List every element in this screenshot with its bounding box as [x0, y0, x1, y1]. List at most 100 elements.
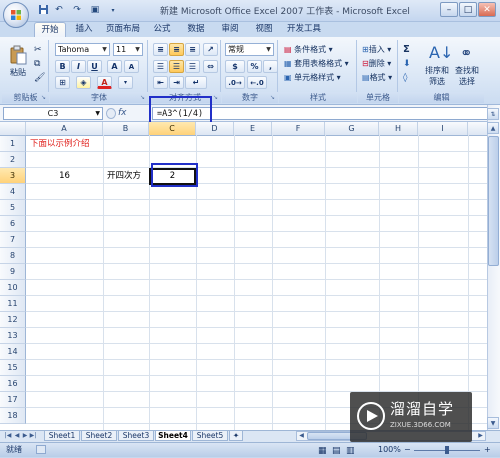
- insert-sheet-icon[interactable]: ✦: [229, 431, 243, 441]
- font-size-combo[interactable]: 11 ▼: [113, 43, 143, 56]
- delete-cells-button[interactable]: ⊟删除 ▾: [361, 57, 397, 70]
- column-header-selected[interactable]: C: [149, 122, 196, 135]
- row-header[interactable]: 1: [0, 136, 26, 152]
- wrap-text-icon[interactable]: ↵: [185, 76, 207, 89]
- align-middle-icon[interactable]: ≡: [169, 43, 184, 56]
- decrease-indent-icon[interactable]: ⇤: [153, 76, 168, 89]
- zoom-level[interactable]: 100%: [378, 443, 401, 457]
- row-header[interactable]: 5: [0, 200, 26, 216]
- worksheet-grid[interactable]: A B C D E F G H I 1 2 3 4 5 6 7 8 9 10 1…: [0, 122, 487, 430]
- row-header[interactable]: 9: [0, 264, 26, 280]
- borders-icon[interactable]: ⊞: [55, 76, 70, 89]
- merge-center-icon[interactable]: ⇔: [203, 60, 218, 73]
- cell-a1[interactable]: 下面以示例介绍: [30, 136, 90, 152]
- sheet-tab[interactable]: Sheet2: [81, 431, 117, 441]
- orientation-icon[interactable]: ↗: [203, 43, 218, 56]
- scroll-left-icon[interactable]: ◀: [297, 432, 306, 440]
- column-header[interactable]: E: [234, 122, 272, 135]
- find-select-button[interactable]: ⚭ 查找和 选择: [452, 42, 480, 88]
- scroll-right-icon[interactable]: ▶: [476, 432, 485, 440]
- format-cells-button[interactable]: ▤格式 ▾: [361, 71, 397, 84]
- customize-qat-icon[interactable]: ▾: [106, 4, 120, 17]
- align-left-icon[interactable]: ☰: [153, 60, 168, 73]
- comma-button[interactable]: ,: [263, 60, 278, 73]
- tab-page-layout[interactable]: 页面布局: [103, 22, 143, 37]
- tab-data[interactable]: 数据: [182, 22, 210, 37]
- clear-icon[interactable]: ◊: [402, 71, 420, 84]
- first-sheet-icon[interactable]: |◀: [4, 431, 12, 441]
- paste-button[interactable]: 粘贴: [6, 42, 28, 82]
- office-button[interactable]: [3, 2, 29, 28]
- tab-formulas[interactable]: 公式: [148, 22, 176, 37]
- cell-styles-button[interactable]: ▣ 单元格样式 ▾: [283, 71, 355, 84]
- tab-review[interactable]: 审阅: [216, 22, 244, 37]
- zoom-in-button[interactable]: +: [484, 443, 491, 457]
- increase-decimal-icon[interactable]: .0→: [225, 76, 245, 89]
- align-bottom-icon[interactable]: ≡: [185, 43, 200, 56]
- fill-icon[interactable]: ⬇: [402, 57, 420, 70]
- phonetic-icon[interactable]: ▾: [118, 76, 133, 89]
- format-painter-icon[interactable]: 🖌: [33, 71, 45, 83]
- column-header-partial[interactable]: [468, 122, 487, 135]
- page-break-view-icon[interactable]: ▥: [346, 444, 355, 458]
- sheet-tab[interactable]: Sheet3: [118, 431, 154, 441]
- row-header[interactable]: 7: [0, 232, 26, 248]
- sort-filter-button[interactable]: A↓ 排序和 筛选: [422, 42, 453, 88]
- italic-button[interactable]: I: [71, 60, 86, 73]
- cut-icon[interactable]: ✂: [33, 43, 45, 55]
- zoom-slider-thumb[interactable]: [445, 446, 449, 454]
- row-header[interactable]: 12: [0, 312, 26, 328]
- sheet-tab-active[interactable]: Sheet4: [155, 431, 191, 441]
- clipboard-launcher-icon[interactable]: ↘: [40, 94, 47, 101]
- font-launcher-icon[interactable]: ↘: [139, 94, 146, 101]
- cell-a3[interactable]: 16: [26, 168, 103, 184]
- last-sheet-icon[interactable]: ▶|: [29, 431, 37, 441]
- close-button[interactable]: ✕: [478, 2, 496, 17]
- ribbon-collapse-icon[interactable]: ⇅: [487, 108, 499, 120]
- row-header[interactable]: 18: [0, 408, 26, 424]
- font-color-button[interactable]: A: [97, 76, 112, 89]
- row-header[interactable]: 10: [0, 280, 26, 296]
- align-right-icon[interactable]: ☰: [185, 60, 200, 73]
- macro-record-icon[interactable]: [36, 445, 46, 454]
- bold-button[interactable]: B: [55, 60, 70, 73]
- tab-insert[interactable]: 插入: [70, 22, 98, 37]
- format-as-table-button[interactable]: ▦ 套用表格格式 ▾: [283, 57, 355, 70]
- row-header[interactable]: 8: [0, 248, 26, 264]
- sheet-tab[interactable]: Sheet1: [44, 431, 80, 441]
- align-top-icon[interactable]: ≡: [153, 43, 168, 56]
- name-box[interactable]: C3 ▼: [3, 107, 103, 120]
- increase-indent-icon[interactable]: ⇥: [169, 76, 184, 89]
- row-header[interactable]: 14: [0, 344, 26, 360]
- column-header[interactable]: H: [379, 122, 418, 135]
- quick-print-icon[interactable]: ▣: [88, 4, 102, 17]
- column-header[interactable]: G: [325, 122, 379, 135]
- vertical-scroll-thumb[interactable]: [488, 136, 499, 266]
- percent-button[interactable]: %: [247, 60, 262, 73]
- currency-icon[interactable]: $: [225, 60, 245, 73]
- row-header[interactable]: 2: [0, 152, 26, 168]
- save-icon[interactable]: [36, 4, 50, 17]
- conditional-format-button[interactable]: ▤ 条件格式 ▾: [283, 43, 355, 56]
- alignment-launcher-icon[interactable]: ↘: [212, 94, 219, 101]
- underline-button[interactable]: U: [87, 60, 102, 73]
- undo-icon[interactable]: ↶: [52, 4, 66, 17]
- column-header[interactable]: D: [196, 122, 234, 135]
- autosum-button[interactable]: Σ: [402, 43, 420, 56]
- row-header[interactable]: 16: [0, 376, 26, 392]
- zoom-out-button[interactable]: −: [404, 443, 411, 457]
- next-sheet-icon[interactable]: ▶: [21, 431, 29, 441]
- column-header[interactable]: I: [418, 122, 468, 135]
- column-header[interactable]: F: [272, 122, 325, 135]
- sheet-tab[interactable]: Sheet5: [192, 431, 228, 441]
- scroll-down-icon[interactable]: ▼: [487, 417, 499, 429]
- row-header-selected[interactable]: 3: [0, 168, 26, 184]
- tab-home[interactable]: 开始: [34, 22, 66, 37]
- insert-function-button[interactable]: fx: [118, 107, 144, 120]
- grow-font-button[interactable]: A: [107, 60, 122, 73]
- row-header[interactable]: 15: [0, 360, 26, 376]
- insert-cells-button[interactable]: ⊞插入 ▾: [361, 43, 397, 56]
- prev-sheet-icon[interactable]: ◀: [13, 431, 21, 441]
- copy-icon[interactable]: ⧉: [33, 57, 45, 69]
- cell-b3[interactable]: 开四次方: [107, 168, 141, 184]
